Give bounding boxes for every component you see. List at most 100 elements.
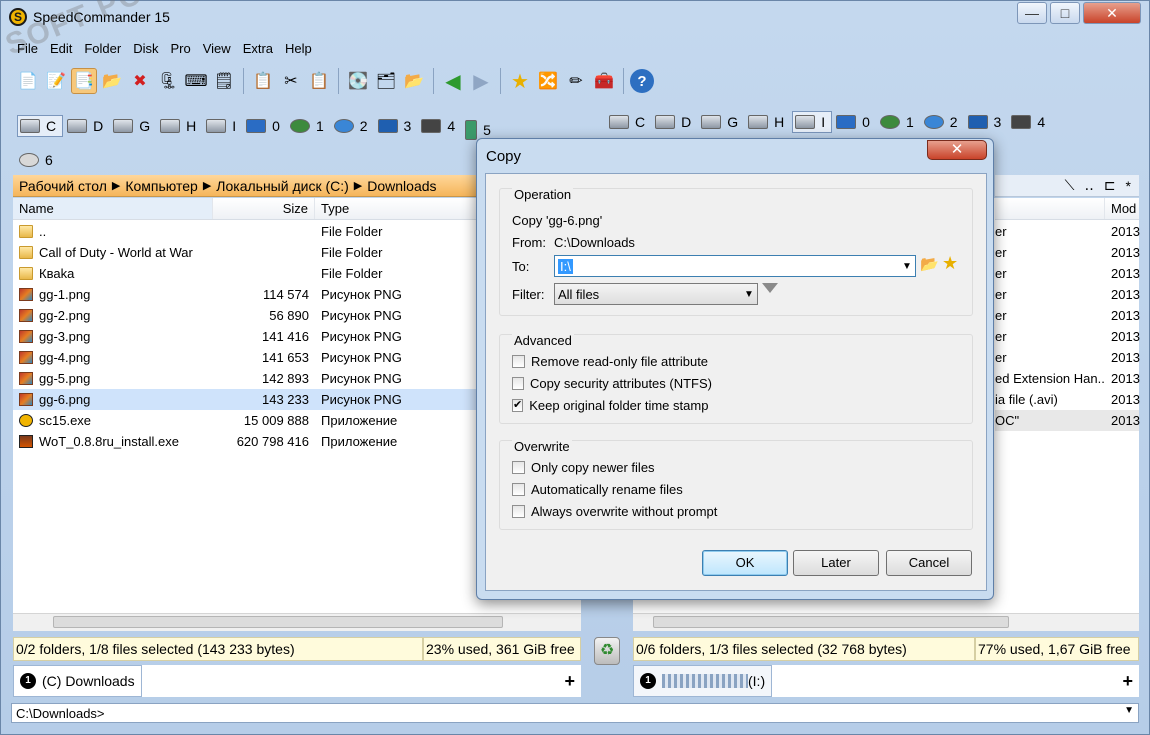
left-drive-0[interactable]: 0 <box>244 115 286 137</box>
column-name[interactable]: Name <box>13 198 213 219</box>
compare-icon[interactable]: 🗂 <box>373 68 399 94</box>
paste-icon[interactable]: 📋 <box>306 68 332 94</box>
left-drive-3[interactable]: 3 <box>376 115 418 137</box>
later-button[interactable]: Later <box>793 550 879 576</box>
help-icon[interactable]: ? <box>630 69 654 93</box>
column-size[interactable]: Size <box>213 198 315 219</box>
browse-folder-icon[interactable]: 📂 <box>920 255 939 273</box>
add-tab-button[interactable]: + <box>564 671 575 692</box>
column-type[interactable] <box>995 198 1105 219</box>
right-drive-h[interactable]: H <box>746 111 790 133</box>
recycle-bin-icon[interactable]: ♻ <box>594 637 620 665</box>
dialog-close-button[interactable]: ✕ <box>927 140 987 160</box>
file-row[interactable]: er 2013 <box>995 326 1140 347</box>
menu-edit[interactable]: Edit <box>44 39 78 61</box>
menu-folder[interactable]: Folder <box>78 39 127 61</box>
sync-icon[interactable]: 🔀 <box>535 68 561 94</box>
close-window-button[interactable]: ✕ <box>1083 2 1141 24</box>
left-horizontal-scrollbar[interactable] <box>13 613 581 631</box>
add-tab-button[interactable]: + <box>1122 671 1133 692</box>
only-newer-checkbox[interactable]: Only copy newer files <box>512 457 712 477</box>
left-drive-d[interactable]: D <box>65 115 109 137</box>
filter-funnel-icon[interactable] <box>762 283 778 293</box>
pack-icon[interactable]: 🗜 <box>155 68 181 94</box>
destination-input-text[interactable]: I:\ <box>558 258 573 274</box>
terminal-icon[interactable]: ⌨ <box>183 68 209 94</box>
file-row[interactable]: er 2013 <box>995 305 1140 326</box>
remove-readonly-checkbox[interactable]: Remove read-only file attribute <box>512 351 712 371</box>
left-drive-c[interactable]: C <box>17 115 64 137</box>
menu-help[interactable]: Help <box>279 39 318 61</box>
file-row[interactable]: er 2013 <box>995 263 1140 284</box>
menu-view[interactable]: View <box>197 39 237 61</box>
minimize-button[interactable]: — <box>1017 2 1047 24</box>
edit-icon[interactable]: ✏ <box>563 68 589 94</box>
file-row[interactable]: er 2013 <box>995 347 1140 368</box>
tree-icon[interactable]: ⟍ <box>1065 177 1075 194</box>
right-drive-4[interactable]: 4 <box>1009 111 1051 133</box>
maximize-button[interactable]: □ <box>1050 2 1080 24</box>
checkbox-box[interactable] <box>512 376 524 390</box>
keep-timestamp-checkbox[interactable]: ✔ Keep original folder time stamp <box>512 395 708 415</box>
favorites-star-icon[interactable]: ★ <box>942 253 958 274</box>
favorites-star-icon[interactable]: ★ <box>507 68 533 94</box>
breadcrumb-computer[interactable]: Компьютер <box>125 178 197 194</box>
file-row[interactable]: ed Extension Han... 2013 <box>995 368 1140 389</box>
always-overwrite-checkbox[interactable]: Always overwrite without prompt <box>512 501 718 521</box>
right-drive-1[interactable]: 1 <box>878 111 920 133</box>
chevron-down-icon[interactable]: ▼ <box>899 261 915 272</box>
right-drive-c[interactable]: C <box>607 111 651 133</box>
copy-security-checkbox[interactable]: Copy security attributes (NTFS) <box>512 373 712 393</box>
ok-button[interactable]: OK <box>702 550 788 576</box>
more-icon[interactable]: ‥ <box>1084 177 1093 194</box>
left-drive-2[interactable]: 2 <box>332 115 374 137</box>
breadcrumb-downloads[interactable]: Downloads <box>367 178 436 194</box>
right-drive-0[interactable]: 0 <box>834 111 876 133</box>
tools-icon[interactable]: 🧰 <box>591 68 617 94</box>
left-drive-6[interactable]: 6 <box>17 149 59 171</box>
chevron-down-icon[interactable]: ▼ <box>1124 705 1134 716</box>
menu-disk[interactable]: Disk <box>127 39 164 61</box>
menu-pro[interactable]: Pro <box>165 39 197 61</box>
edit-file-icon[interactable]: 📝 <box>43 68 69 94</box>
auto-rename-checkbox[interactable]: Automatically rename files <box>512 479 712 499</box>
file-row-selected[interactable]: OC" 2013 <box>995 410 1140 431</box>
checkbox-box[interactable] <box>512 460 525 474</box>
file-row[interactable]: er 2013 <box>995 221 1140 242</box>
new-file-icon[interactable]: 📄 <box>15 68 41 94</box>
right-drive-3[interactable]: 3 <box>966 111 1008 133</box>
cut-icon[interactable]: ✂ <box>278 68 304 94</box>
left-drive-i[interactable]: I <box>204 115 242 137</box>
right-drive-d[interactable]: D <box>653 111 697 133</box>
left-drive-h[interactable]: H <box>158 115 202 137</box>
checkbox-box[interactable] <box>512 354 525 368</box>
copy-clipboard-icon[interactable]: 📋 <box>250 68 276 94</box>
file-row[interactable]: er 2013 <box>995 284 1140 305</box>
forward-icon[interactable]: ▶ <box>468 68 494 94</box>
star-small-icon[interactable]: * <box>1126 178 1131 194</box>
file-row[interactable]: er 2013 <box>995 242 1140 263</box>
properties-icon[interactable]: 🗒 <box>211 68 237 94</box>
tab-drive-i[interactable]: 1 (I:) <box>633 665 773 697</box>
right-horizontal-scrollbar[interactable] <box>633 613 1139 631</box>
menu-extra[interactable]: Extra <box>237 39 279 61</box>
tab-downloads[interactable]: 1 (C) Downloads <box>13 665 142 697</box>
command-line-input[interactable]: C:\Downloads> ▼ <box>11 703 1139 723</box>
breadcrumb-local-disk[interactable]: Локальный диск (C:) <box>216 178 349 194</box>
split-icon[interactable]: ⊏ <box>1104 177 1116 194</box>
menu-file[interactable]: File <box>11 39 44 61</box>
open-folder-icon[interactable]: 📂 <box>401 68 427 94</box>
move-files-icon[interactable]: 📂 <box>99 68 125 94</box>
right-drive-g[interactable]: G <box>699 111 744 133</box>
back-icon[interactable]: ◀ <box>440 68 466 94</box>
right-drive-2[interactable]: 2 <box>922 111 964 133</box>
copy-files-icon[interactable]: 📑 <box>71 68 97 94</box>
destination-combo[interactable]: I:\ ▼ <box>554 255 916 277</box>
filter-select[interactable]: All files ▼ <box>554 283 758 305</box>
scroll-thumb[interactable] <box>653 616 1009 628</box>
breadcrumb-desktop[interactable]: Рабочий стол <box>19 178 107 194</box>
left-drive-4[interactable]: 4 <box>419 115 461 137</box>
file-row[interactable]: ia file (.avi) 2013 <box>995 389 1140 410</box>
cancel-button[interactable]: Cancel <box>886 550 972 576</box>
drive-icon[interactable]: 💽 <box>345 68 371 94</box>
